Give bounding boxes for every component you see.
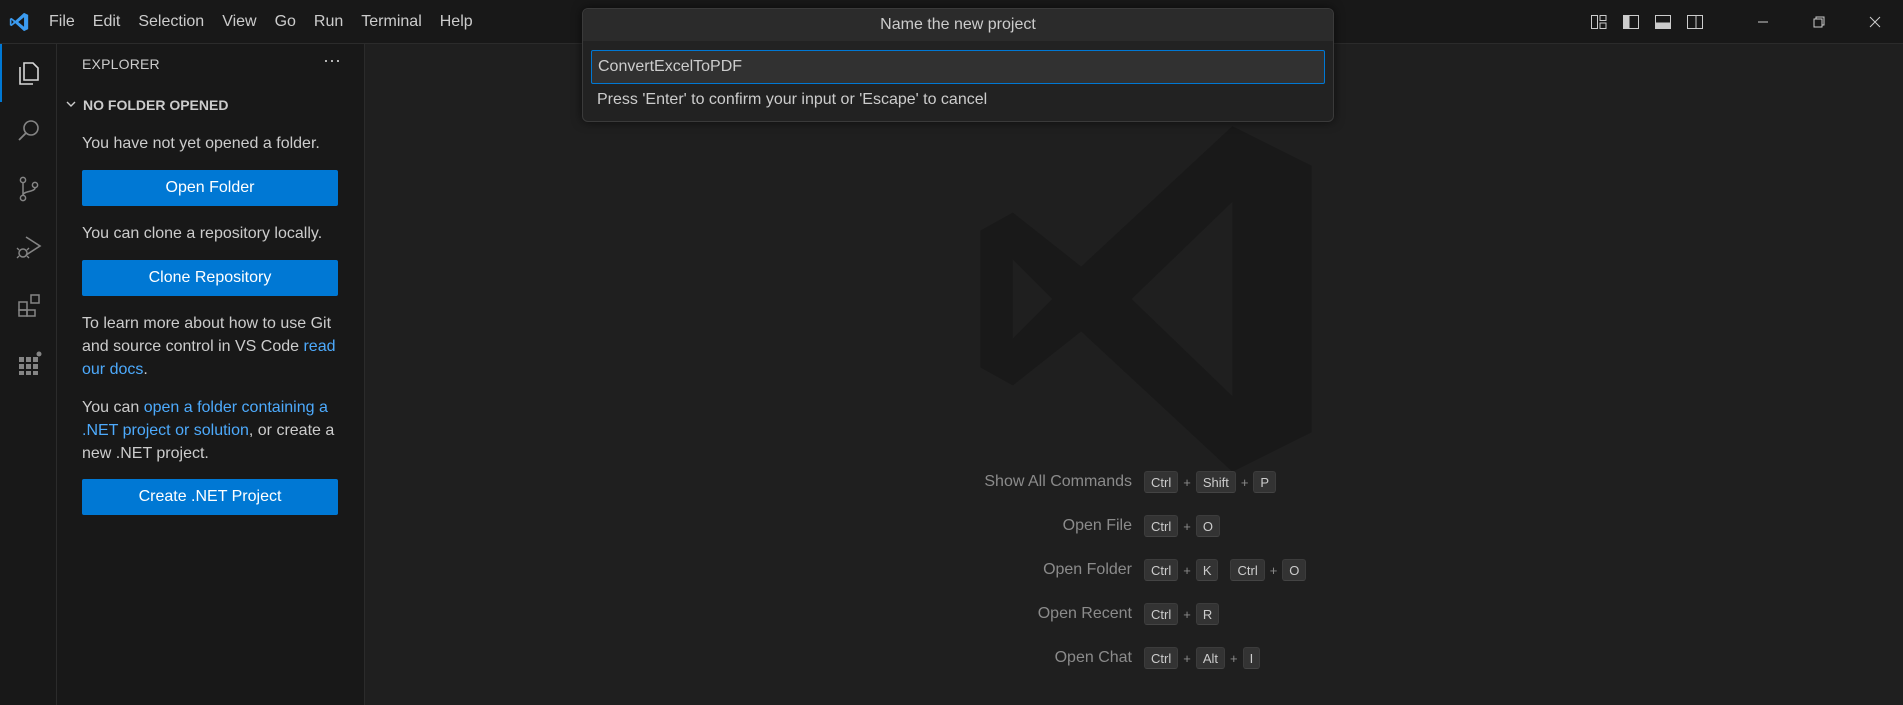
menu-edit[interactable]: Edit bbox=[84, 7, 130, 37]
dialog-title: Name the new project bbox=[583, 9, 1333, 41]
key-cap: Ctrl bbox=[1230, 559, 1265, 581]
vscode-watermark-icon bbox=[980, 126, 1312, 472]
shortcut-keys: Ctrl + O bbox=[1144, 515, 1220, 537]
shortcut-keys: Ctrl + Alt + I bbox=[1144, 647, 1261, 669]
shortcut-label: Open File bbox=[1062, 517, 1132, 534]
explorer-icon bbox=[18, 62, 39, 85]
editor-area: Show All Commands Ctrl + Shift + P Open Fi… bbox=[366, 44, 1903, 705]
extensions-icon bbox=[17, 294, 40, 317]
activity-bar bbox=[0, 44, 57, 705]
customize-layout-button[interactable] bbox=[1583, 0, 1615, 44]
key-plus: + bbox=[1240, 474, 1249, 490]
git-docs-message: To learn more about how to use Git and s… bbox=[82, 312, 342, 381]
toggle-secondary-sidebar-button[interactable] bbox=[1679, 0, 1711, 44]
vscode-logo-icon bbox=[9, 12, 29, 32]
key-cap: Ctrl bbox=[1144, 515, 1179, 537]
activity-run-debug[interactable] bbox=[0, 218, 57, 276]
key-plus: + bbox=[1183, 562, 1191, 578]
dotnet-solution-icon bbox=[18, 351, 41, 375]
shortcut-label: Open Chat bbox=[1054, 649, 1132, 666]
more-actions-button[interactable]: ··· bbox=[319, 50, 345, 76]
menu-bar: File Edit Selection View Go Run Terminal… bbox=[40, 0, 482, 44]
activity-explorer[interactable] bbox=[0, 44, 57, 102]
shortcut-label: Show All Commands bbox=[984, 473, 1132, 490]
key-cap: Shift bbox=[1195, 471, 1236, 493]
key-cap: O bbox=[1195, 515, 1220, 537]
shortcut-label: Open Folder bbox=[1043, 561, 1132, 578]
menu-run[interactable]: Run bbox=[305, 7, 352, 37]
clone-repository-button[interactable]: Clone Repository bbox=[82, 260, 338, 296]
key-plus: + bbox=[1183, 474, 1191, 490]
shortcut-keys: Ctrl + Shift + P bbox=[1144, 471, 1277, 493]
menu-file[interactable]: File bbox=[40, 7, 84, 37]
search-icon bbox=[17, 120, 39, 141]
activity-source-control[interactable] bbox=[0, 160, 57, 218]
open-folder-button[interactable]: Open Folder bbox=[82, 170, 338, 206]
active-indicator bbox=[0, 44, 2, 102]
key-plus: + bbox=[1183, 650, 1191, 666]
toggle-panel-button[interactable] bbox=[1647, 0, 1679, 44]
menu-help[interactable]: Help bbox=[431, 7, 482, 37]
explorer-sidebar: EXPLORER ··· NO FOLDER OPENED You have n… bbox=[57, 44, 365, 705]
git-docs-text: To learn more about how to use Git and s… bbox=[82, 315, 332, 355]
key-cap: Ctrl bbox=[1144, 603, 1179, 625]
project-name-input[interactable] bbox=[591, 50, 1325, 84]
dotnet-text: You can bbox=[82, 399, 140, 416]
key-cap: O bbox=[1282, 559, 1307, 581]
dotnet-message: You can open a folder containing a .NET … bbox=[82, 396, 342, 465]
panel-layout-icon bbox=[1655, 15, 1671, 29]
shortcut-keys: Ctrl + R bbox=[1144, 603, 1220, 625]
menu-go[interactable]: Go bbox=[266, 7, 305, 37]
run-debug-icon bbox=[16, 236, 41, 259]
dialog-hint: Press 'Enter' to confirm your input or '… bbox=[597, 91, 988, 108]
close-icon bbox=[1869, 16, 1881, 28]
new-project-name-dialog: Name the new project Press 'Enter' to co… bbox=[582, 8, 1334, 122]
shortcut-keys: Ctrl + K Ctrl + O bbox=[1144, 559, 1307, 581]
activity-search[interactable] bbox=[0, 102, 57, 160]
customize-layout-icon bbox=[1591, 15, 1607, 29]
key-plus: + bbox=[1229, 650, 1238, 666]
no-folder-message: You have not yet opened a folder. bbox=[82, 135, 320, 152]
key-cap: Alt bbox=[1195, 647, 1225, 669]
key-cap: R bbox=[1195, 603, 1220, 625]
create-dotnet-project-button[interactable]: Create .NET Project bbox=[82, 479, 338, 515]
key-cap: Ctrl bbox=[1144, 559, 1179, 581]
key-cap: Ctrl bbox=[1144, 471, 1179, 493]
restore-button[interactable] bbox=[1791, 0, 1847, 44]
menu-terminal[interactable]: Terminal bbox=[352, 7, 430, 37]
key-cap: K bbox=[1195, 559, 1219, 581]
source-control-icon bbox=[19, 176, 38, 202]
minimize-icon bbox=[1758, 21, 1768, 23]
restore-icon bbox=[1813, 16, 1825, 28]
chevron-down-icon bbox=[57, 98, 81, 113]
key-plus: + bbox=[1183, 518, 1191, 534]
minimize-button[interactable] bbox=[1735, 0, 1791, 44]
window-controls bbox=[1583, 0, 1903, 44]
key-cap: P bbox=[1253, 471, 1277, 493]
key-cap: Ctrl bbox=[1144, 647, 1179, 669]
toggle-primary-sidebar-button[interactable] bbox=[1615, 0, 1647, 44]
close-window-button[interactable] bbox=[1847, 0, 1903, 44]
menu-view[interactable]: View bbox=[213, 7, 265, 37]
secondary-sidebar-icon bbox=[1687, 15, 1703, 29]
no-folder-section-header[interactable]: NO FOLDER OPENED bbox=[57, 90, 365, 120]
sidebar-title: EXPLORER bbox=[82, 56, 160, 72]
key-plus: + bbox=[1183, 606, 1191, 622]
shortcut-label: Open Recent bbox=[1037, 605, 1132, 622]
clone-message: You can clone a repository locally. bbox=[82, 225, 323, 242]
git-docs-tail: . bbox=[143, 361, 148, 378]
sidebar-layout-icon bbox=[1623, 15, 1639, 29]
activity-extensions[interactable] bbox=[0, 276, 57, 334]
key-cap: I bbox=[1242, 647, 1261, 669]
activity-dotnet-solution[interactable] bbox=[0, 334, 57, 392]
menu-selection[interactable]: Selection bbox=[129, 7, 213, 37]
section-label: NO FOLDER OPENED bbox=[83, 97, 229, 113]
key-plus: + bbox=[1269, 562, 1278, 578]
